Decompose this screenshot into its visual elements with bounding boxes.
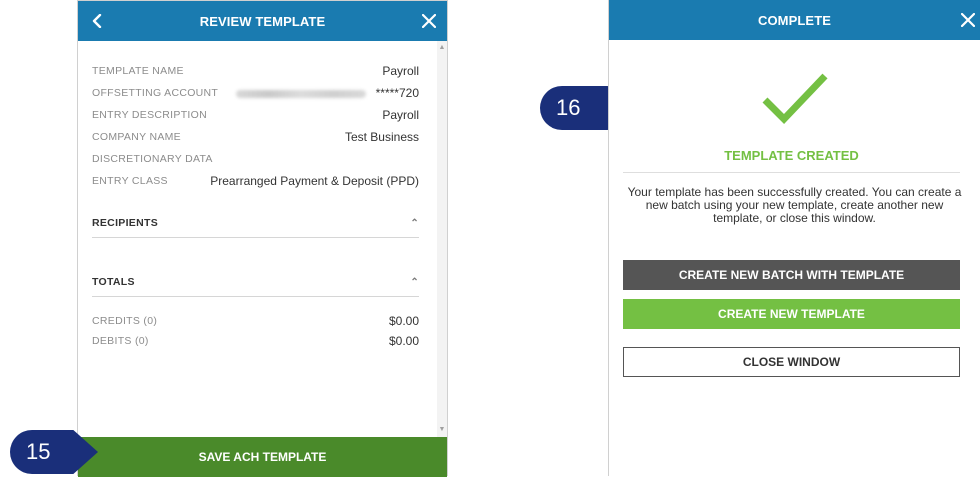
totals-heading: TOTALS: [92, 276, 135, 288]
complete-header: COMPLETE: [609, 0, 980, 40]
field-label: COMPANY NAME: [92, 131, 181, 143]
review-template-header: REVIEW TEMPLATE: [78, 1, 447, 41]
status-title: TEMPLATE CREATED: [623, 138, 960, 173]
field-value-wrap: *****720: [235, 86, 419, 100]
field-template-name: TEMPLATE NAME Payroll: [92, 61, 419, 81]
totals-section-toggle[interactable]: TOTALS ⌃: [92, 268, 419, 297]
field-label: TEMPLATE NAME: [92, 65, 184, 77]
review-template-panel: REVIEW TEMPLATE TEMPLATE NAME Payroll OF…: [77, 0, 448, 477]
save-ach-template-button[interactable]: SAVE ACH TEMPLATE: [78, 437, 447, 477]
field-company-name: COMPANY NAME Test Business: [92, 127, 419, 147]
success-indicator: [609, 70, 980, 130]
close-icon: [422, 14, 436, 28]
checkmark-icon: [762, 73, 828, 125]
close-button[interactable]: [417, 1, 441, 41]
field-offsetting-account: OFFSETTING ACCOUNT *****720: [92, 83, 419, 103]
total-credits-row: CREDITS (0) $0.00: [92, 311, 419, 331]
success-message: Your template has been successfully crea…: [627, 185, 962, 225]
scrollbar[interactable]: ▲ ▼: [437, 41, 447, 437]
redacted-account-name: [235, 89, 366, 98]
total-label: CREDITS (0): [92, 315, 158, 327]
total-label: DEBITS (0): [92, 335, 149, 347]
total-value: $0.00: [388, 334, 419, 348]
panel-title: COMPLETE: [757, 12, 832, 28]
close-icon: [961, 13, 975, 27]
recipients-section-toggle[interactable]: RECIPIENTS ⌃: [92, 209, 419, 238]
back-button[interactable]: [86, 1, 108, 41]
chevron-up-icon: ⌃: [410, 276, 419, 288]
field-value: Payroll: [382, 108, 419, 122]
field-label: OFFSETTING ACCOUNT: [92, 87, 219, 99]
close-button[interactable]: [956, 0, 980, 40]
panel-title: REVIEW TEMPLATE: [199, 13, 326, 29]
field-label: DISCRETIONARY DATA: [92, 153, 213, 165]
chevron-left-icon: [92, 14, 102, 28]
total-value: $0.00: [388, 314, 419, 328]
close-window-button[interactable]: CLOSE WINDOW: [623, 347, 960, 377]
field-label: ENTRY DESCRIPTION: [92, 109, 207, 121]
recipients-heading: RECIPIENTS: [92, 217, 159, 229]
field-entry-description: ENTRY DESCRIPTION Payroll: [92, 105, 419, 125]
total-debits-row: DEBITS (0) $0.00: [92, 331, 419, 351]
field-label: ENTRY CLASS: [92, 175, 168, 187]
field-discretionary-data: DISCRETIONARY DATA: [92, 149, 419, 169]
field-value: *****720: [375, 86, 419, 100]
chevron-up-icon: ⌃: [410, 217, 419, 229]
field-value: Test Business: [344, 130, 419, 144]
create-new-template-button[interactable]: CREATE NEW TEMPLATE: [623, 299, 960, 329]
scroll-up-arrow-icon[interactable]: ▲: [437, 43, 447, 53]
field-value: Payroll: [382, 64, 419, 78]
field-value: Prearranged Payment & Deposit (PPD): [210, 174, 419, 188]
complete-panel: COMPLETE TEMPLATE CREATED Your template …: [608, 0, 980, 476]
field-entry-class: ENTRY CLASS Prearranged Payment & Deposi…: [92, 171, 419, 191]
scroll-down-arrow-icon[interactable]: ▼: [437, 425, 447, 435]
create-batch-with-template-button[interactable]: CREATE NEW BATCH WITH TEMPLATE: [623, 260, 960, 290]
